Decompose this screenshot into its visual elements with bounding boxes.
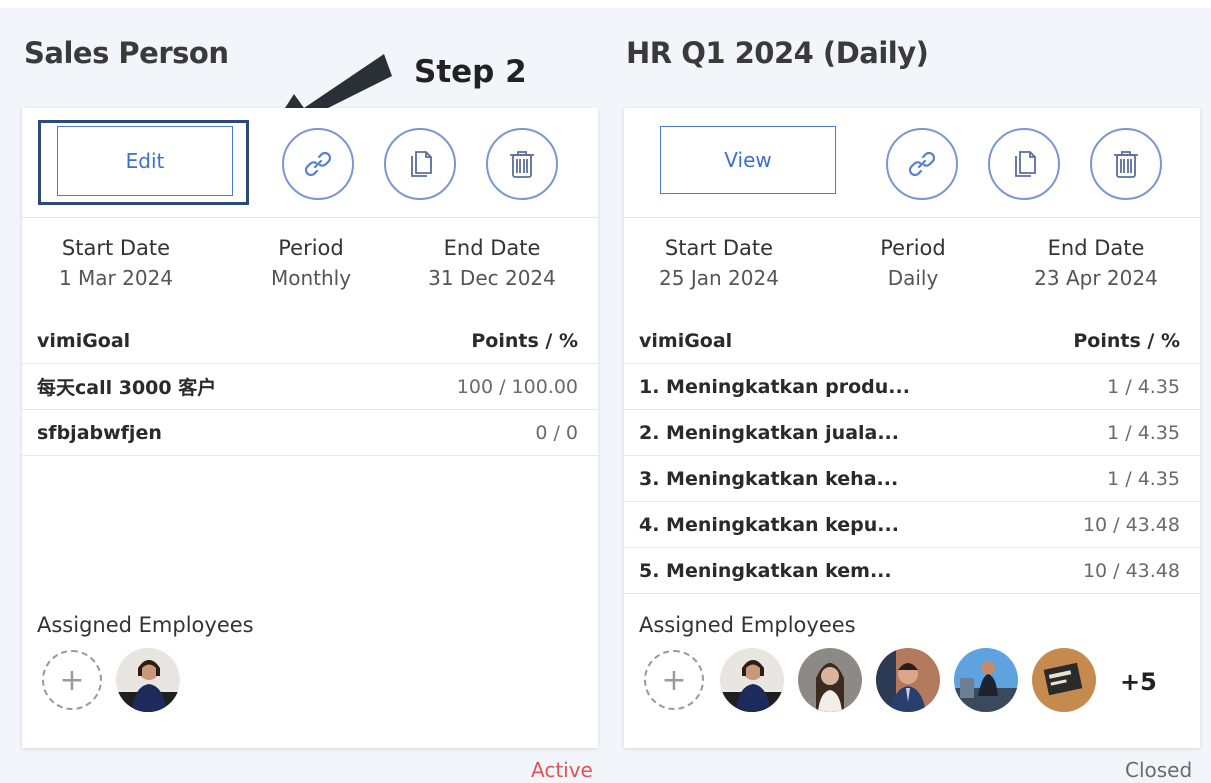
card-toolbar: View <box>624 108 1200 218</box>
table-row[interactable]: 3. Meningkatkan keha... 1 / 4.35 <box>624 456 1200 502</box>
goal-table-header: vimiGoal Points / % <box>22 318 598 364</box>
goal-points: 1 / 4.35 <box>1107 467 1180 490</box>
table-row[interactable]: 5. Meningkatkan kem... 10 / 43.48 <box>624 548 1200 594</box>
goal-column-header: vimiGoal <box>37 329 131 352</box>
goal-card-hr-q1: View Start Date 25 Jan 2024 Period Daily… <box>624 108 1200 748</box>
plus-icon: + <box>59 662 85 698</box>
end-date-value: 23 Apr 2024 <box>1034 266 1158 290</box>
table-row[interactable]: sfbjabwfjen 0 / 0 <box>22 410 598 456</box>
period-label: Period <box>278 236 344 260</box>
avatar[interactable] <box>876 648 940 712</box>
copy-icon <box>411 151 432 177</box>
status-badge-active: Active <box>531 758 593 782</box>
copy-link-button[interactable] <box>886 128 958 200</box>
add-employee-button[interactable]: + <box>644 650 704 710</box>
period-block: Period Daily <box>848 236 978 290</box>
start-date-block: Start Date 1 Mar 2024 <box>40 236 192 290</box>
assigned-employees-label: Assigned Employees <box>639 613 856 637</box>
date-summary: Start Date 25 Jan 2024 Period Daily End … <box>624 236 1200 316</box>
goal-points: 10 / 43.48 <box>1082 559 1180 582</box>
edit-button-focus-highlight: Edit <box>38 120 249 205</box>
goal-name: 5. Meningkatkan kem... <box>639 559 892 582</box>
goal-points: 1 / 4.35 <box>1107 421 1180 444</box>
status-badge-closed: Closed <box>1125 758 1193 782</box>
avatar[interactable] <box>954 648 1018 712</box>
end-date-block: End Date 23 Apr 2024 <box>1016 236 1176 290</box>
view-button[interactable]: View <box>660 126 836 194</box>
delete-button[interactable] <box>1090 128 1162 200</box>
goal-card-sales-person: Edit Start Date 1 Mar 2024 Period Monthl… <box>22 108 598 748</box>
start-date-block: Start Date 25 Jan 2024 <box>642 236 796 290</box>
step-annotation-label: Step 2 <box>414 54 527 90</box>
more-employees-count[interactable]: +5 <box>1120 668 1157 696</box>
card-toolbar: Edit <box>22 108 598 218</box>
trash-icon <box>1114 151 1138 178</box>
trash-icon <box>510 151 534 178</box>
period-value: Daily <box>887 266 939 290</box>
goal-column-header: vimiGoal <box>639 329 733 352</box>
link-icon <box>304 151 332 177</box>
end-date-value: 31 Dec 2024 <box>428 266 556 290</box>
goal-points: 100 / 100.00 <box>456 375 578 398</box>
end-date-block: End Date 31 Dec 2024 <box>412 236 572 290</box>
goal-name: 每天call 3000 客户 <box>37 377 217 399</box>
link-icon <box>908 151 936 177</box>
goal-table-header: vimiGoal Points / % <box>624 318 1200 364</box>
goal-points: 0 / 0 <box>535 421 578 444</box>
start-date-label: Start Date <box>61 236 171 260</box>
goal-table: vimiGoal Points / % 1. Meningkatkan prod… <box>624 318 1200 594</box>
duplicate-button[interactable] <box>384 128 456 200</box>
card-title-sales-person: Sales Person <box>24 36 229 70</box>
avatar[interactable] <box>720 648 784 712</box>
avatar[interactable] <box>116 648 180 712</box>
table-row[interactable]: 每天call 3000 客户 100 / 100.00 <box>22 364 598 410</box>
start-date-value: 1 Mar 2024 <box>58 266 174 290</box>
assigned-employees-label: Assigned Employees <box>37 613 254 637</box>
goal-points: 10 / 43.48 <box>1082 513 1180 536</box>
date-summary: Start Date 1 Mar 2024 Period Monthly End… <box>22 236 598 316</box>
table-row[interactable]: 1. Meningkatkan produ... 1 / 4.35 <box>624 364 1200 410</box>
plus-icon: + <box>661 662 687 698</box>
add-employee-button[interactable]: + <box>42 650 102 710</box>
goal-name: 4. Meningkatkan kepu... <box>639 513 899 536</box>
table-row[interactable]: 2. Meningkatkan juala... 1 / 4.35 <box>624 410 1200 456</box>
period-block: Period Monthly <box>246 236 376 290</box>
goal-name: sfbjabwfjen <box>37 421 162 444</box>
goal-table: vimiGoal Points / % 每天call 3000 客户 100 /… <box>22 318 598 456</box>
duplicate-button[interactable] <box>988 128 1060 200</box>
goal-points: 1 / 4.35 <box>1107 375 1180 398</box>
points-column-header: Points / % <box>1073 329 1180 352</box>
table-row[interactable]: 4. Meningkatkan kepu... 10 / 43.48 <box>624 502 1200 548</box>
goal-name: 3. Meningkatkan keha... <box>639 467 899 490</box>
period-label: Period <box>880 236 946 260</box>
end-date-label: End Date <box>1047 236 1145 260</box>
goal-name: 1. Meningkatkan produ... <box>639 375 910 398</box>
copy-link-button[interactable] <box>282 128 354 200</box>
start-date-label: Start Date <box>664 236 774 260</box>
card-title-hr-q1: HR Q1 2024 (Daily) <box>626 36 929 70</box>
avatar[interactable] <box>1032 648 1096 712</box>
avatar[interactable] <box>798 648 862 712</box>
delete-button[interactable] <box>486 128 558 200</box>
edit-button[interactable]: Edit <box>57 126 233 196</box>
points-column-header: Points / % <box>471 329 578 352</box>
copy-icon <box>1015 151 1036 177</box>
end-date-label: End Date <box>443 236 541 260</box>
goal-name: 2. Meningkatkan juala... <box>639 421 899 444</box>
period-value: Monthly <box>270 266 352 290</box>
start-date-value: 25 Jan 2024 <box>659 266 779 290</box>
